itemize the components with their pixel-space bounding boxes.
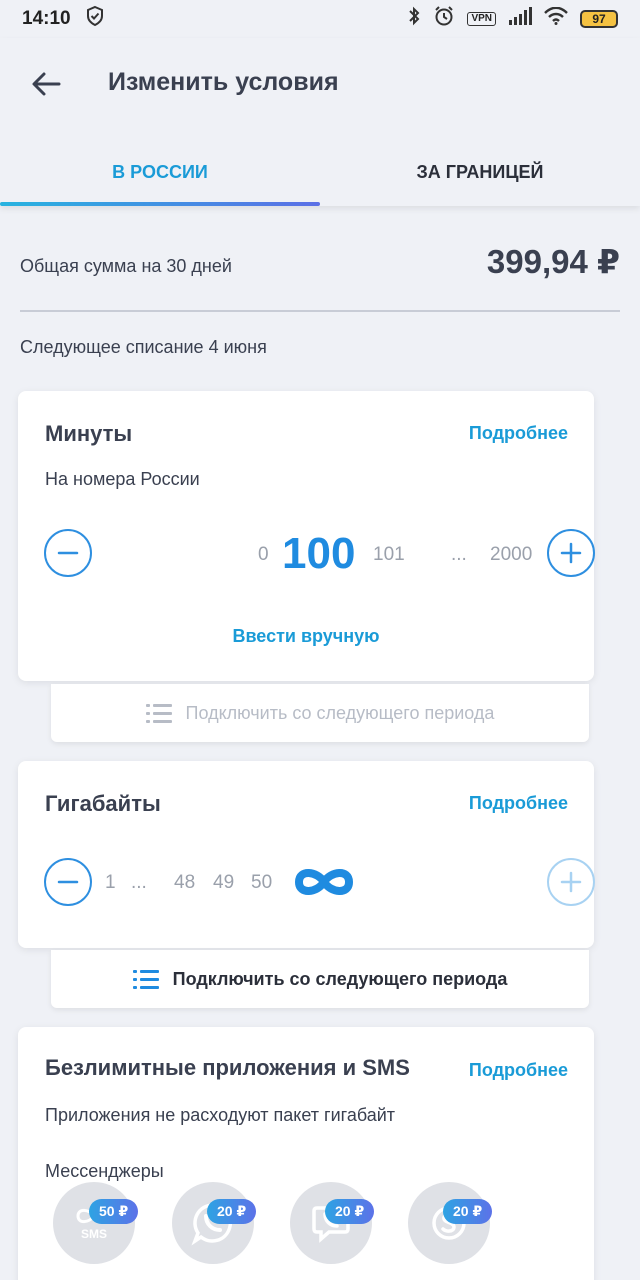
- app-header: Изменить условия В РОССИИ ЗА ГРАНИЦЕЙ: [0, 38, 640, 206]
- wifi-icon: [544, 6, 568, 31]
- total-label: Общая сумма на 30 дней: [20, 256, 232, 276]
- total-value: 399,94 ₽: [486, 243, 620, 280]
- bluetooth-icon: [407, 6, 421, 32]
- back-button[interactable]: [28, 66, 64, 102]
- signal-icon: [508, 7, 532, 31]
- gigabytes-value-49[interactable]: 49: [213, 872, 234, 894]
- shield-check-icon: [85, 5, 105, 33]
- next-charge-text: Следующее списание 4 июня: [20, 337, 267, 357]
- infinity-icon[interactable]: [292, 865, 356, 904]
- status-bar: 14:10 VPN 97: [0, 0, 640, 38]
- battery-indicator: 97: [580, 10, 618, 28]
- tab-abroad[interactable]: ЗА ГРАНИЦЕЙ: [320, 138, 640, 206]
- minutes-next-period-button[interactable]: Подключить со следующего периода: [51, 684, 589, 742]
- gigabytes-value-48[interactable]: 48: [174, 872, 195, 894]
- sms-label: SMS: [80, 1227, 107, 1241]
- minutes-title: Минуты: [45, 421, 133, 446]
- manual-input-link[interactable]: Ввести вручную: [18, 626, 594, 647]
- minutes-value-next[interactable]: 101: [373, 544, 405, 566]
- minutes-card: Минуты Подробнее На номера России 0 100 …: [18, 391, 595, 681]
- arrow-left-icon: [32, 72, 61, 96]
- gigabytes-ellipsis: ...: [131, 872, 147, 893]
- minutes-value-current[interactable]: 100: [282, 529, 355, 579]
- gigabytes-title: Гигабайты: [45, 791, 161, 816]
- viber-price-badge: 20 ₽: [325, 1199, 375, 1224]
- vpn-indicator: VPN: [467, 12, 496, 26]
- gigabytes-increase-button[interactable]: [547, 858, 595, 906]
- gigabytes-next-period-button[interactable]: Подключить со следующего периода: [51, 950, 589, 1008]
- minutes-next-period-label: Подключить со следующего периода: [185, 702, 495, 723]
- gigabytes-value-first[interactable]: 1: [105, 872, 116, 894]
- tab-russia[interactable]: В РОССИИ: [0, 138, 320, 206]
- tab-bar: В РОССИИ ЗА ГРАНИЦЕЙ: [0, 138, 640, 206]
- minus-icon: [57, 880, 79, 884]
- unlimited-subtitle: Приложения не расходуют пакет гигабайт: [45, 1105, 396, 1125]
- messengers-label: Мессенджеры: [45, 1161, 164, 1181]
- minutes-ellipsis: ...: [451, 544, 467, 565]
- list-icon: [132, 970, 159, 989]
- page-title: Изменить условия: [108, 68, 339, 96]
- list-icon: [145, 704, 172, 723]
- minutes-value-min[interactable]: 0: [258, 544, 269, 566]
- sms-price-badge: 50 ₽: [89, 1199, 139, 1224]
- plus-icon: [560, 871, 582, 893]
- gigabytes-next-period-label: Подключить со следующего периода: [172, 968, 508, 989]
- whatsapp-price-badge: 20 ₽: [207, 1199, 257, 1224]
- minutes-decrease-button[interactable]: [44, 529, 92, 577]
- skype-price-badge: 20 ₽: [443, 1199, 493, 1224]
- unlimited-title: Безлимитные приложения и SMS: [45, 1055, 410, 1080]
- minutes-increase-button[interactable]: [547, 529, 595, 577]
- gigabytes-more-link[interactable]: Подробнее: [469, 793, 568, 814]
- gigabytes-value-50[interactable]: 50: [251, 872, 272, 894]
- gigabytes-decrease-button[interactable]: [44, 858, 92, 906]
- gigabytes-card: Гигабайты Подробнее 1 ... 48 49 50: [18, 761, 595, 948]
- status-time: 14:10: [22, 8, 71, 29]
- minus-icon: [57, 551, 79, 555]
- minutes-value-max[interactable]: 2000: [490, 544, 532, 566]
- unlimited-more-link[interactable]: Подробнее: [469, 1060, 568, 1081]
- minutes-subtitle: На номера России: [45, 469, 200, 489]
- plus-icon: [560, 542, 582, 564]
- minutes-more-link[interactable]: Подробнее: [469, 423, 568, 444]
- summary-divider: [20, 310, 620, 312]
- alarm-icon: [433, 5, 455, 33]
